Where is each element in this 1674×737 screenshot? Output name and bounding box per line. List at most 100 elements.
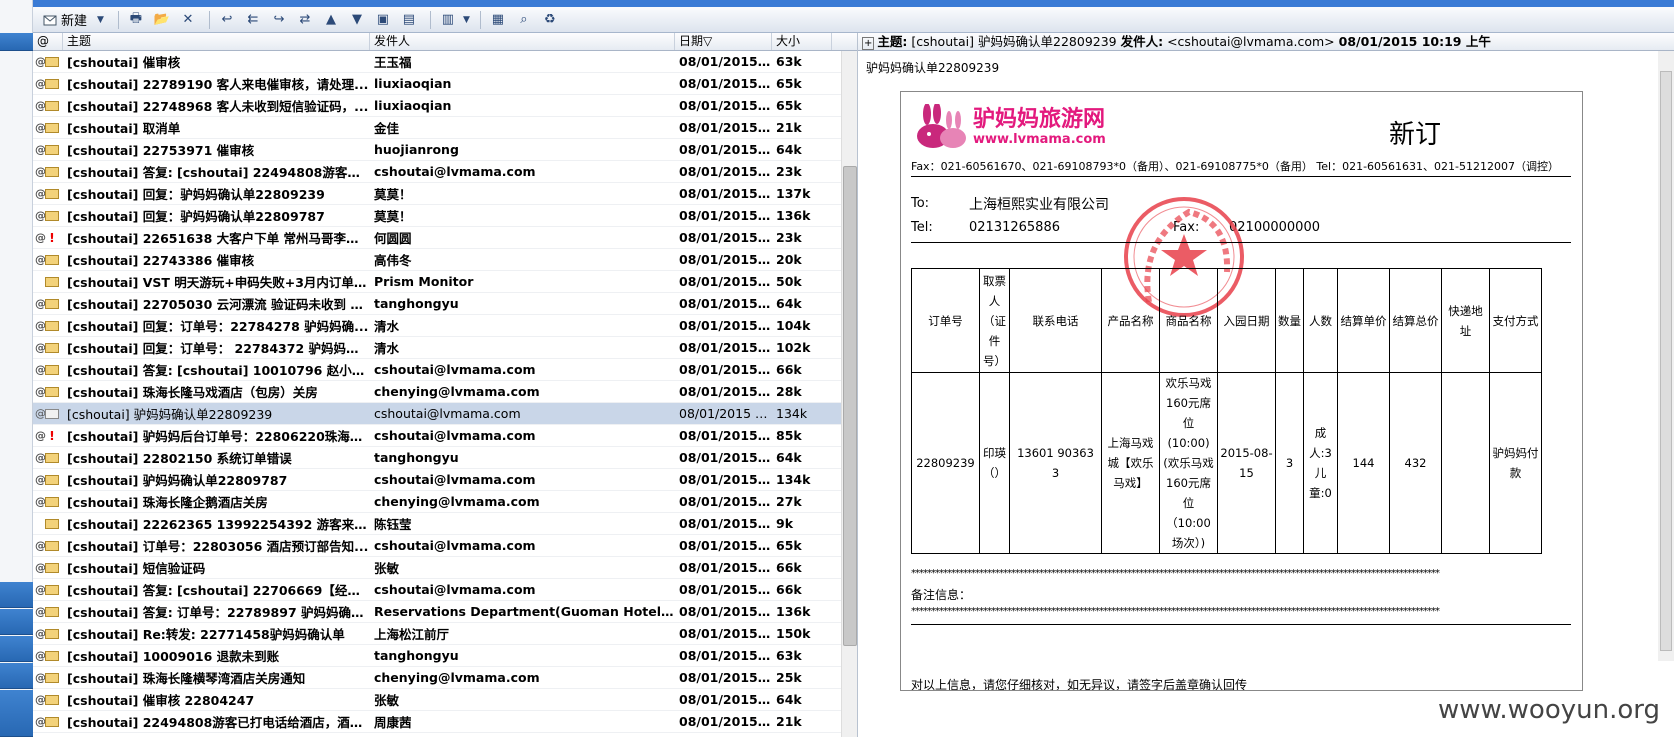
message-row[interactable]: @ [cshoutai] 回复：驴妈妈确认单22809239 莫莫！ 08/01/20… [33,183,841,205]
message-row[interactable]: @ [cshoutai] 驴妈妈确认单22809787 cshoutai@lvmam… [33,469,841,491]
forward-icon[interactable]: ↪ [268,10,290,30]
message-size: 65k [776,98,802,113]
message-sender: cshoutai@lvmama.com [374,472,536,487]
message-row[interactable]: @ [cshoutai] 催审核 王玉福 08/01/2015 ... 63k [33,51,841,73]
message-row[interactable]: @[cshoutai] 10010796 赵小姐 13515275338 客..… [33,733,841,737]
message-row[interactable]: @ [cshoutai] 答复: [cshoutai] 22494808游客已打.… [33,161,841,183]
order-table-cell: 驴妈妈付款 [1489,372,1542,554]
delete-icon[interactable]: ✕ [177,10,199,30]
message-subject: [cshoutai] 珠海长隆马戏酒店（包房）关房 [67,385,318,400]
message-row[interactable]: @ [cshoutai] 珠海长隆马戏酒店（包房）关房 chenying@lvmam… [33,381,841,403]
print-icon[interactable]: 🖶 [125,10,147,30]
envelope-icon [45,254,59,265]
new-button[interactable]: 新建 ▼ [39,10,108,30]
message-row[interactable]: @ [cshoutai] 回复：订单号：22784278 驴妈妈确... 清水 08/… [33,315,841,337]
search-icon[interactable]: ⌕ [513,10,535,30]
message-row[interactable]: @ [cshoutai] 22802150 系统订单错误 tanghongyu 08/… [33,447,841,469]
message-row[interactable]: @ [cshoutai] 短信验证码 张敏 08/01/2015 ... 66k [33,557,841,579]
list-scrollbar[interactable] [841,51,857,737]
order-table-cell: 成人:3 儿童:0 [1303,372,1338,554]
message-row[interactable]: @ [cshoutai] 10009016 退款未到账 tanghongyu 08/0… [33,645,841,667]
message-row[interactable]: @ [cshoutai] 催审核 22804247 张敏 08/01/2015 ...… [33,689,841,711]
message-row[interactable]: @ [cshoutai] 答复: 订单号：22789897 驴妈妈确认单 Reser… [33,601,841,623]
junk-icon[interactable]: ♻ [539,10,561,30]
message-row[interactable]: @! [cshoutai] 22651638 大客户下单 常州马哥李罗... 何圆圆… [33,227,841,249]
send-receive-icon[interactable]: ⇄ [294,10,316,30]
message-row[interactable]: @ [cshoutai] 驴妈妈确认单22809239 cshoutai@lvmam… [33,403,841,425]
envelope-icon [45,650,59,661]
subject-column-header[interactable]: 主题 [63,33,370,50]
toolbar: 新建 ▼ 🖶 📂 ✕ ↩ ⇇ ↪ ⇄ ▲ ▼ ▣ ▤ ▥ ▼ ▦ ⌕ ♻ [33,7,1674,33]
expand-icon[interactable]: + [862,37,875,50]
attachment-icon: @ [35,693,46,706]
move-to-folder-icon[interactable]: 📂 [151,10,173,30]
message-size: 64k [776,142,802,157]
order-table-header-cell: 结算单价 [1337,268,1390,373]
nav-button[interactable] [0,582,33,608]
message-row[interactable]: [cshoutai] 22262365 13992254392 游客来电... 陈… [33,513,841,535]
message-size: 21k [776,120,802,135]
message-date: 08/01/2015 ... [679,208,772,223]
nav-button[interactable] [0,609,33,635]
nav-button[interactable] [0,690,33,737]
message-row[interactable]: [cshoutai] VST 明天游玩+申码失败+3月内订单 ... Prism … [33,271,841,293]
address-book-icon[interactable]: ▣ [372,10,394,30]
message-size: 23k [776,230,802,245]
message-status-cell: @ [33,359,63,381]
message-sender: cshoutai@lvmama.com [374,538,536,553]
message-row[interactable]: @ [cshoutai] 22753971 催审核 huojianrong 08/01… [33,139,841,161]
layout-icon[interactable]: ▥ [437,10,459,30]
toolbar-separator [479,10,481,29]
message-row[interactable]: @ [cshoutai] 订单号：22803056 酒店预订部告知... cshou… [33,535,841,557]
envelope-icon [45,188,59,199]
message-row[interactable]: @ [cshoutai] 珠海长隆横琴湾酒店关房通知 chenying@lvmama… [33,667,841,689]
message-size: 20k [776,252,802,267]
reply-icon[interactable]: ↩ [216,10,238,30]
view-source-icon[interactable]: ▤ [398,10,420,30]
nav-button[interactable] [0,33,33,51]
date-column-header[interactable]: 日期▽ [675,33,772,50]
message-size: 134k [776,406,808,421]
attachment-icon: @ [35,407,46,420]
message-status-cell: @ [33,645,63,667]
attachment-icon: @ [35,253,46,266]
envelope-icon [45,672,59,683]
nav-button[interactable] [0,636,33,662]
window-top-strip [0,0,1674,7]
dropdown-arrow-icon[interactable]: ▼ [97,15,104,25]
message-row[interactable]: @ [cshoutai] 22494808游客已打电话给酒店，酒店... 周康茜 08… [33,711,841,733]
message-subject: [cshoutai] 催审核 [67,55,181,70]
next-icon[interactable]: ▼ [346,10,368,30]
message-row[interactable]: @ [cshoutai] 22743386 催审核 高伟冬 08/01/2015 ..… [33,249,841,271]
message-sender: liuxiaoqian [374,98,452,113]
message-size: 150k [776,626,811,641]
message-row[interactable]: @ [cshoutai] 回复：驴妈妈确认单22809787 莫莫！ 08/01/20… [33,205,841,227]
message-row[interactable]: @ [cshoutai] Re:转发: 22771458驴妈妈确认单 上海松江前厅 0… [33,623,841,645]
message-row[interactable]: @ [cshoutai] 回复：订单号： 22784372 驴妈妈确... 清水 08… [33,337,841,359]
attachment-column-header[interactable]: @ [33,33,63,50]
preview-scrollbar-thumb[interactable] [1660,71,1672,651]
order-table-header-cell: 支付方式 [1489,268,1542,373]
message-size: 66k [776,560,802,575]
nav-button[interactable] [0,663,33,689]
list-scrollbar-thumb[interactable] [843,166,857,646]
message-subject: [cshoutai] 22753971 催审核 [67,143,255,158]
message-row[interactable]: @ [cshoutai] 答复: [cshoutai] 10010796 赵小姐 … [33,359,841,381]
previous-icon[interactable]: ▲ [320,10,342,30]
message-row[interactable]: @ [cshoutai] 22748968 客人未收到短信验证码，... liuxi… [33,95,841,117]
size-column-header[interactable]: 大小 [772,33,832,50]
message-row[interactable]: @ [cshoutai] 珠海长隆企鹅酒店关房 chenying@lvmama.co… [33,491,841,513]
preview-scrollbar[interactable] [1658,51,1674,661]
reply-all-icon[interactable]: ⇇ [242,10,264,30]
message-row[interactable]: @ [cshoutai] 22789190 客人来电催审核，请处理... liuxi… [33,73,841,95]
message-row[interactable]: @ [cshoutai] 取消单 金佳 08/01/2015 ... 21k [33,117,841,139]
message-size: 104k [776,318,811,333]
message-status-cell: @ [33,601,63,623]
window-icon[interactable]: ▦ [487,10,509,30]
message-row[interactable]: @ [cshoutai] 22705030 云河漂流 验证码未收到 请... tan… [33,293,841,315]
message-size: 65k [776,538,802,553]
sender-column-header[interactable]: 发件人 [370,33,675,50]
message-row[interactable]: @! [cshoutai] 驴妈妈后台订单号：22806220珠海长... csho… [33,425,841,447]
layout-dropdown-icon[interactable]: ▼ [463,10,470,30]
message-row[interactable]: @ [cshoutai] 答复: [cshoutai] 22706669【经济度.… [33,579,841,601]
